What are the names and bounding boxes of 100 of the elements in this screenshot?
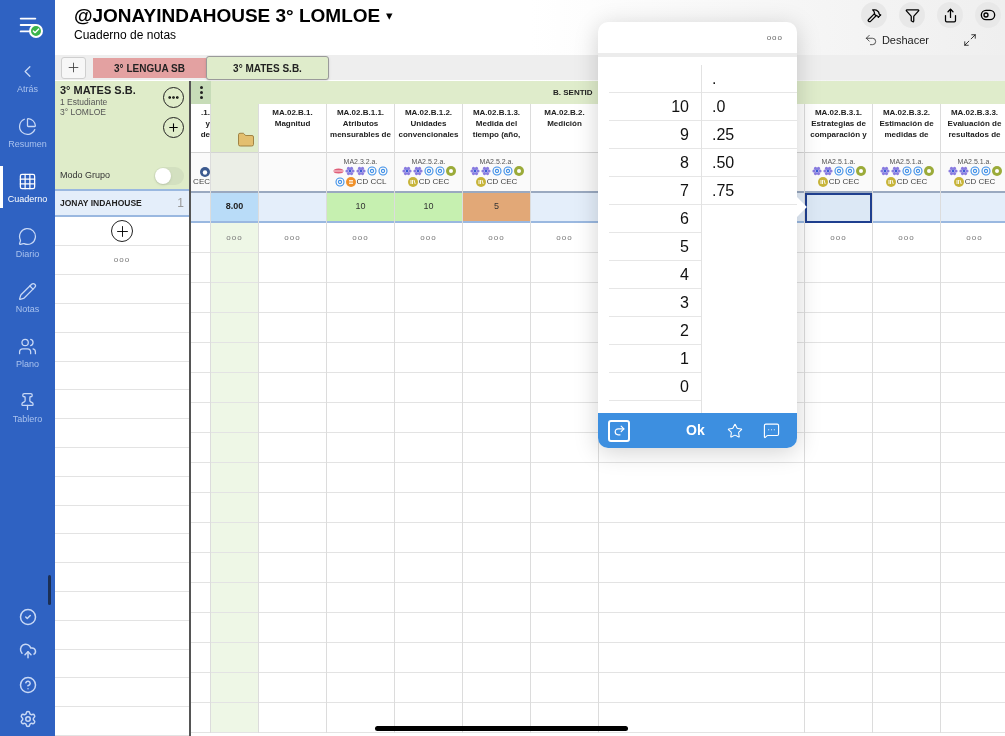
column-code: MA.02.B.3.3.: [950, 107, 999, 118]
redirect-button[interactable]: [608, 419, 630, 442]
pie-chart-icon: [18, 116, 37, 136]
empty-cell[interactable]: [211, 433, 258, 463]
course-label: 3° LOMLOE: [60, 107, 106, 117]
empty-cell[interactable]: [211, 553, 258, 583]
more-label[interactable]: ooo: [420, 231, 437, 244]
column-title: Estimación de medidas de: [878, 118, 935, 140]
whole-number-option[interactable]: 4: [680, 262, 689, 287]
more-label[interactable]: ooo: [966, 231, 983, 244]
flower-icon: [412, 166, 423, 176]
empty-cell[interactable]: [211, 673, 258, 703]
decimal-option[interactable]: .75: [712, 178, 735, 203]
group-mode-switch[interactable]: [154, 166, 184, 185]
pencil-icon: [18, 281, 37, 301]
student-row[interactable]: JONAY INDAHOUSE 1: [55, 188, 189, 218]
sidebar-item[interactable]: Cuaderno: [0, 160, 55, 215]
decimal-option[interactable]: .0: [712, 94, 726, 119]
grade-cell[interactable]: [259, 193, 326, 223]
filter-button[interactable]: [899, 2, 925, 28]
books-icon: [885, 177, 896, 187]
whole-number-option[interactable]: 5: [680, 234, 689, 259]
column-code: MA.02.B.1.3.: [472, 107, 521, 118]
decimal-option[interactable]: .25: [712, 122, 735, 147]
flower-icon: [356, 166, 366, 176]
more-label[interactable]: ooo: [830, 231, 847, 244]
hammer-icon: [866, 7, 882, 23]
grade-cell[interactable]: [941, 193, 1005, 223]
grade-cell[interactable]: 10: [395, 193, 462, 223]
empty-cell[interactable]: [211, 493, 258, 523]
whole-number-option[interactable]: 1: [680, 346, 689, 371]
empty-cell[interactable]: [211, 343, 258, 373]
decimal-option[interactable]: .: [712, 66, 717, 91]
whole-number-option[interactable]: 10: [671, 94, 689, 119]
whole-number-option[interactable]: 8: [680, 150, 689, 175]
favorite-star-icon[interactable]: [726, 422, 743, 439]
dropdown-caret[interactable]: ▾: [386, 6, 394, 26]
more-label[interactable]: ooo: [352, 231, 369, 244]
whole-number-option[interactable]: 2: [680, 318, 689, 343]
empty-cell[interactable]: [211, 283, 258, 313]
empty-cell[interactable]: [211, 583, 258, 613]
check-circle-icon[interactable]: [18, 608, 37, 626]
grade-cell[interactable]: [191, 193, 210, 223]
more-label[interactable]: ooo: [898, 231, 915, 244]
tab[interactable]: 3° MATES S.B.: [206, 56, 329, 80]
more-label[interactable]: ooo: [113, 254, 131, 267]
grade-cell[interactable]: [805, 193, 872, 223]
toggle-icon: [980, 7, 996, 23]
empty-cell[interactable]: [211, 403, 258, 433]
subtitle: Cuaderno de notas: [74, 28, 178, 43]
help-icon[interactable]: [18, 676, 37, 694]
grade-cell[interactable]: [873, 193, 940, 223]
share-button[interactable]: [937, 2, 963, 28]
check-badge-icon: [28, 24, 43, 38]
whole-number-option[interactable]: 9: [680, 122, 689, 147]
picker-menu[interactable]: ooo: [766, 31, 783, 44]
empty-cell[interactable]: [211, 643, 258, 673]
folder-icon[interactable]: [237, 131, 255, 149]
speech-bubble-icon: [513, 166, 524, 176]
empty-cell[interactable]: [211, 373, 258, 403]
column-title: Unidades convencionales: [397, 118, 460, 140]
whole-number-option[interactable]: 7: [680, 178, 689, 203]
whole-number-option[interactable]: 3: [680, 290, 689, 315]
empty-cell[interactable]: [211, 703, 258, 733]
grade-cell[interactable]: 5: [463, 193, 530, 223]
grade-cell[interactable]: [531, 193, 598, 223]
student-name: JONAY INDAHOUSE: [60, 196, 142, 210]
notebook-title[interactable]: @JONAYINDAHOUSE 3° LOMLOE: [74, 4, 381, 28]
empty-cell[interactable]: [211, 253, 258, 283]
more-label[interactable]: ooo: [488, 231, 505, 244]
more-label[interactable]: ooo: [226, 231, 243, 244]
scroll-indicator: [48, 575, 51, 605]
tab[interactable]: 3° LENGUA SB: [93, 58, 206, 78]
column-title: y de: [199, 118, 210, 140]
column-menu-cell[interactable]: [191, 81, 211, 104]
cloud-upload-icon[interactable]: [18, 642, 37, 660]
student-number: 1: [177, 195, 184, 212]
undo-button[interactable]: Deshacer: [863, 32, 929, 49]
column-title: Medida del tiempo (año,: [471, 118, 522, 140]
books-icon: [953, 177, 964, 187]
add-tab-button[interactable]: [61, 56, 86, 79]
grade-cell[interactable]: 10: [327, 193, 394, 223]
empty-cell[interactable]: [211, 523, 258, 553]
more-label[interactable]: ooo: [284, 231, 301, 244]
empty-cell[interactable]: [211, 613, 258, 643]
comment-icon[interactable]: [762, 422, 780, 439]
flower-icon: [401, 166, 412, 176]
hammer-button[interactable]: [861, 2, 887, 28]
empty-cell[interactable]: [211, 313, 258, 343]
speech-bubble-icon: [991, 166, 1002, 176]
more-label[interactable]: ooo: [556, 231, 573, 244]
whole-number-option[interactable]: 0: [680, 374, 689, 399]
decimal-option[interactable]: .50: [712, 150, 735, 175]
at-sign-icon: [844, 166, 855, 176]
empty-cell[interactable]: [211, 463, 258, 493]
toggles-button[interactable]: [975, 2, 1001, 28]
settings-icon[interactable]: [18, 710, 37, 728]
expand-icon[interactable]: [963, 33, 977, 48]
column-title: Medición: [547, 118, 582, 129]
whole-number-option[interactable]: 6: [680, 206, 689, 231]
